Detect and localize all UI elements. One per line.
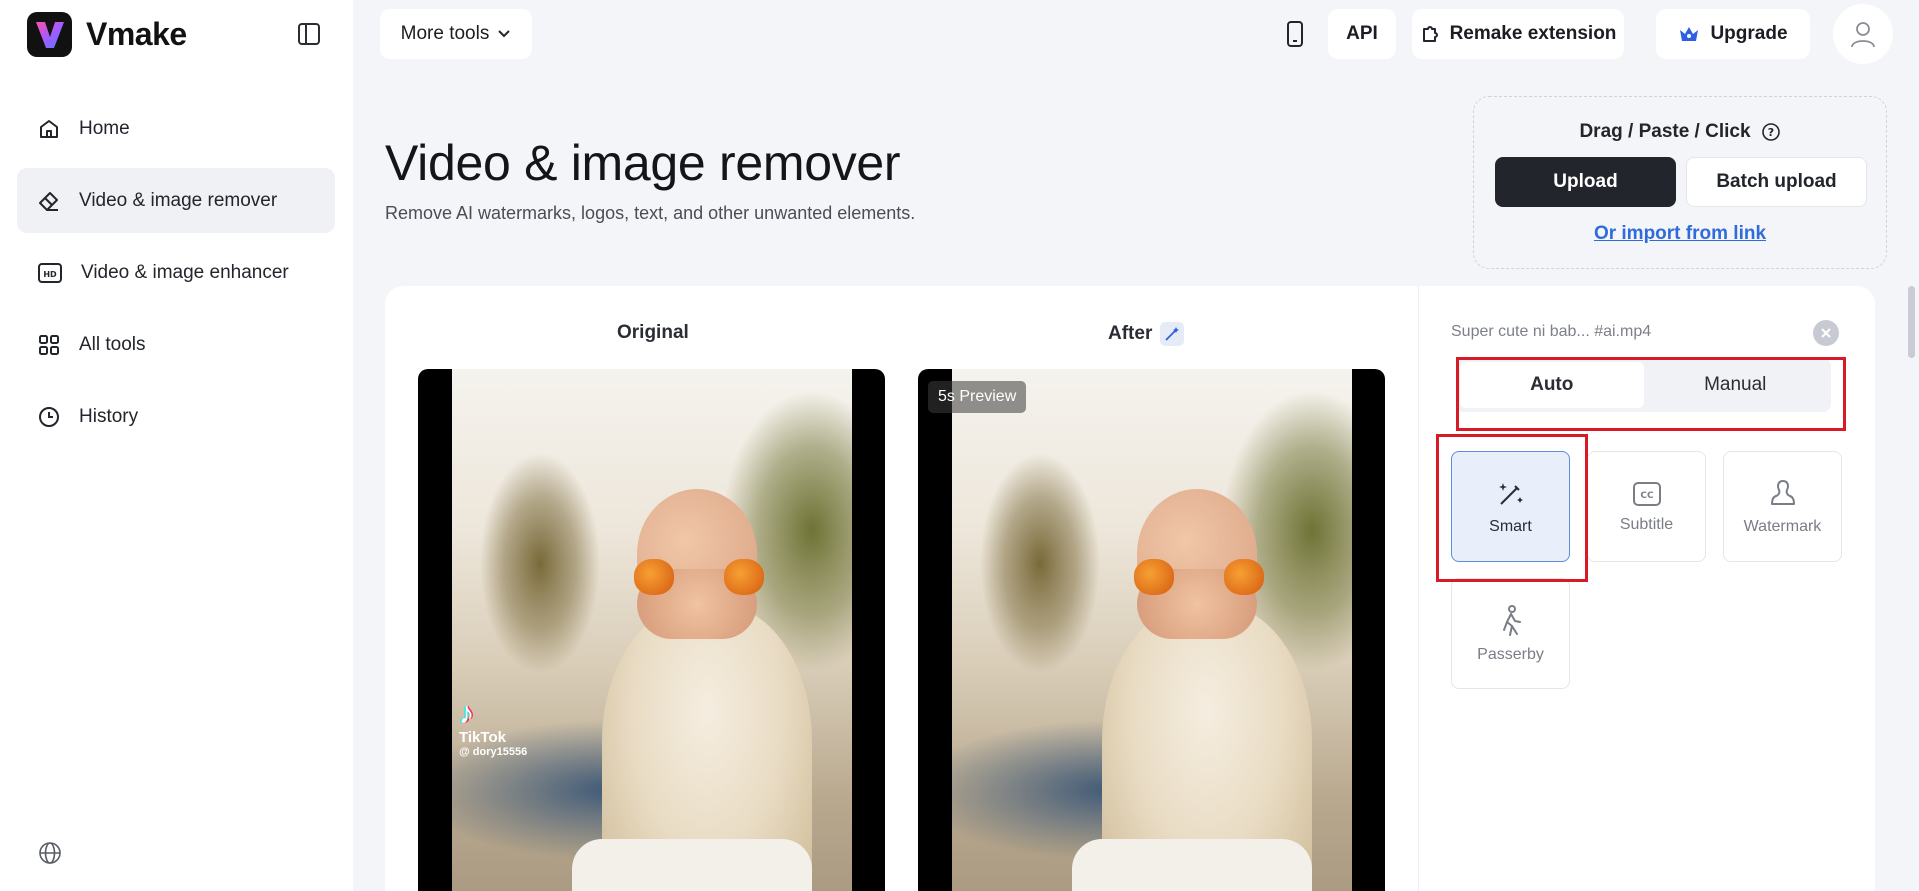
help-icon[interactable]: ? bbox=[1761, 122, 1781, 142]
preview-badge: 5s Preview bbox=[928, 381, 1027, 413]
tiktok-watermark: ♪ TikTok @ dory15556 bbox=[459, 697, 528, 759]
sidebar-item-home[interactable]: Home bbox=[17, 96, 335, 161]
after-label-text: After bbox=[1108, 323, 1153, 344]
mode-subtitle-button[interactable]: CC Subtitle bbox=[1587, 451, 1706, 562]
sunglass-left bbox=[1134, 559, 1174, 595]
remake-extension-label: Remake extension bbox=[1449, 23, 1617, 44]
close-icon[interactable] bbox=[1813, 320, 1839, 346]
magic-wand-icon[interactable] bbox=[1160, 322, 1185, 346]
original-label: Original bbox=[617, 322, 689, 343]
batch-upload-button[interactable]: Batch upload bbox=[1686, 157, 1867, 207]
original-video-preview[interactable]: ♪ TikTok @ dory15556 bbox=[418, 369, 885, 891]
sidebar-nav: Home Video & image remover HD Video & im… bbox=[17, 96, 335, 456]
svg-text:HD: HD bbox=[43, 270, 57, 279]
sidebar-item-label: Home bbox=[79, 117, 130, 139]
tiktok-handle: @ dory15556 bbox=[459, 746, 528, 758]
after-video-preview[interactable]: 5s Preview bbox=[918, 369, 1385, 891]
sidebar-item-video-image-remover[interactable]: Video & image remover bbox=[17, 168, 335, 233]
language-globe-icon[interactable] bbox=[37, 840, 63, 871]
api-button[interactable]: API bbox=[1328, 9, 1396, 59]
page-subtitle: Remove AI watermarks, logos, text, and o… bbox=[385, 203, 916, 223]
watermark-icon bbox=[1770, 479, 1795, 505]
mode-passerby-button[interactable]: Passerby bbox=[1451, 578, 1570, 689]
api-label: API bbox=[1346, 23, 1378, 44]
import-from-link[interactable]: Or import from link bbox=[1474, 223, 1886, 245]
more-tools-label: More tools bbox=[400, 23, 490, 44]
page-title: Video & image remover bbox=[385, 135, 901, 191]
upgrade-button[interactable]: Upgrade bbox=[1656, 9, 1810, 59]
tiktok-logo-icon: ♪ bbox=[459, 697, 474, 730]
after-label: After bbox=[1108, 322, 1185, 346]
highlight-smart-box bbox=[1436, 434, 1588, 582]
vmake-logo-icon bbox=[27, 12, 72, 57]
sunglass-left bbox=[634, 559, 674, 595]
sidebar-item-video-image-enhancer[interactable]: HD Video & image enhancer bbox=[17, 240, 335, 305]
eraser-icon bbox=[39, 191, 58, 211]
app-name: Vmake bbox=[86, 16, 187, 52]
sidebar-toggle-icon[interactable] bbox=[296, 21, 322, 47]
svg-text:CC: CC bbox=[1640, 491, 1654, 501]
upgrade-label: Upgrade bbox=[1710, 23, 1788, 44]
sunglass-right bbox=[1224, 559, 1264, 595]
panel-divider bbox=[1418, 286, 1419, 891]
logo[interactable]: Vmake bbox=[27, 12, 187, 57]
sidebar-item-label: All tools bbox=[79, 333, 146, 355]
hd-icon: HD bbox=[38, 262, 62, 283]
puzzle-icon bbox=[1422, 26, 1438, 42]
svg-text:?: ? bbox=[1767, 126, 1773, 139]
sidebar-item-label: Video & image enhancer bbox=[81, 261, 289, 283]
phone-icon bbox=[1287, 21, 1303, 47]
baby-pants bbox=[1072, 839, 1312, 891]
home-icon bbox=[40, 119, 58, 138]
more-tools-dropdown[interactable]: More tools bbox=[380, 9, 532, 59]
mobile-app-button[interactable] bbox=[1274, 9, 1316, 59]
drag-paste-click-label: Drag / Paste / Click ? bbox=[1474, 121, 1886, 143]
tiktok-name: TikTok bbox=[459, 729, 506, 746]
mode-label: Passerby bbox=[1477, 645, 1544, 663]
upload-button[interactable]: Upload bbox=[1495, 157, 1676, 207]
editor-card: Original After ♪ TikTok @ dory15556 5s P… bbox=[385, 286, 1875, 891]
sidebar: Vmake Home Video & image remover HD Vide… bbox=[0, 0, 353, 891]
remake-extension-button[interactable]: Remake extension bbox=[1412, 9, 1624, 59]
mode-label: Watermark bbox=[1743, 517, 1822, 535]
drag-label-text: Drag / Paste / Click bbox=[1579, 121, 1751, 142]
grid-icon bbox=[39, 334, 59, 355]
user-icon bbox=[1851, 22, 1875, 48]
file-name: Super cute ni bab... #ai.mp4 bbox=[1451, 323, 1652, 340]
highlight-tabs-box bbox=[1456, 357, 1846, 431]
page-scrollbar[interactable] bbox=[1908, 286, 1915, 358]
video-frame: ♪ TikTok @ dory15556 bbox=[452, 369, 852, 891]
cc-icon: CC bbox=[1632, 481, 1661, 506]
mode-label: Subtitle bbox=[1619, 515, 1674, 533]
sidebar-item-all-tools[interactable]: All tools bbox=[17, 312, 335, 377]
avatar[interactable] bbox=[1833, 4, 1893, 64]
sunglass-right bbox=[724, 559, 764, 595]
upload-dropzone[interactable]: Drag / Paste / Click ? Upload Batch uplo… bbox=[1473, 96, 1887, 269]
sidebar-item-label: Video & image remover bbox=[79, 189, 278, 211]
video-frame bbox=[952, 369, 1352, 891]
crown-icon bbox=[1680, 27, 1699, 41]
walking-person-icon bbox=[1502, 604, 1521, 636]
clock-icon bbox=[39, 406, 59, 427]
baby-pants bbox=[572, 839, 812, 891]
sidebar-item-label: History bbox=[79, 405, 139, 427]
sidebar-item-history[interactable]: History bbox=[17, 384, 335, 449]
mode-watermark-button[interactable]: Watermark bbox=[1723, 451, 1842, 562]
chevron-down-icon bbox=[498, 30, 511, 38]
